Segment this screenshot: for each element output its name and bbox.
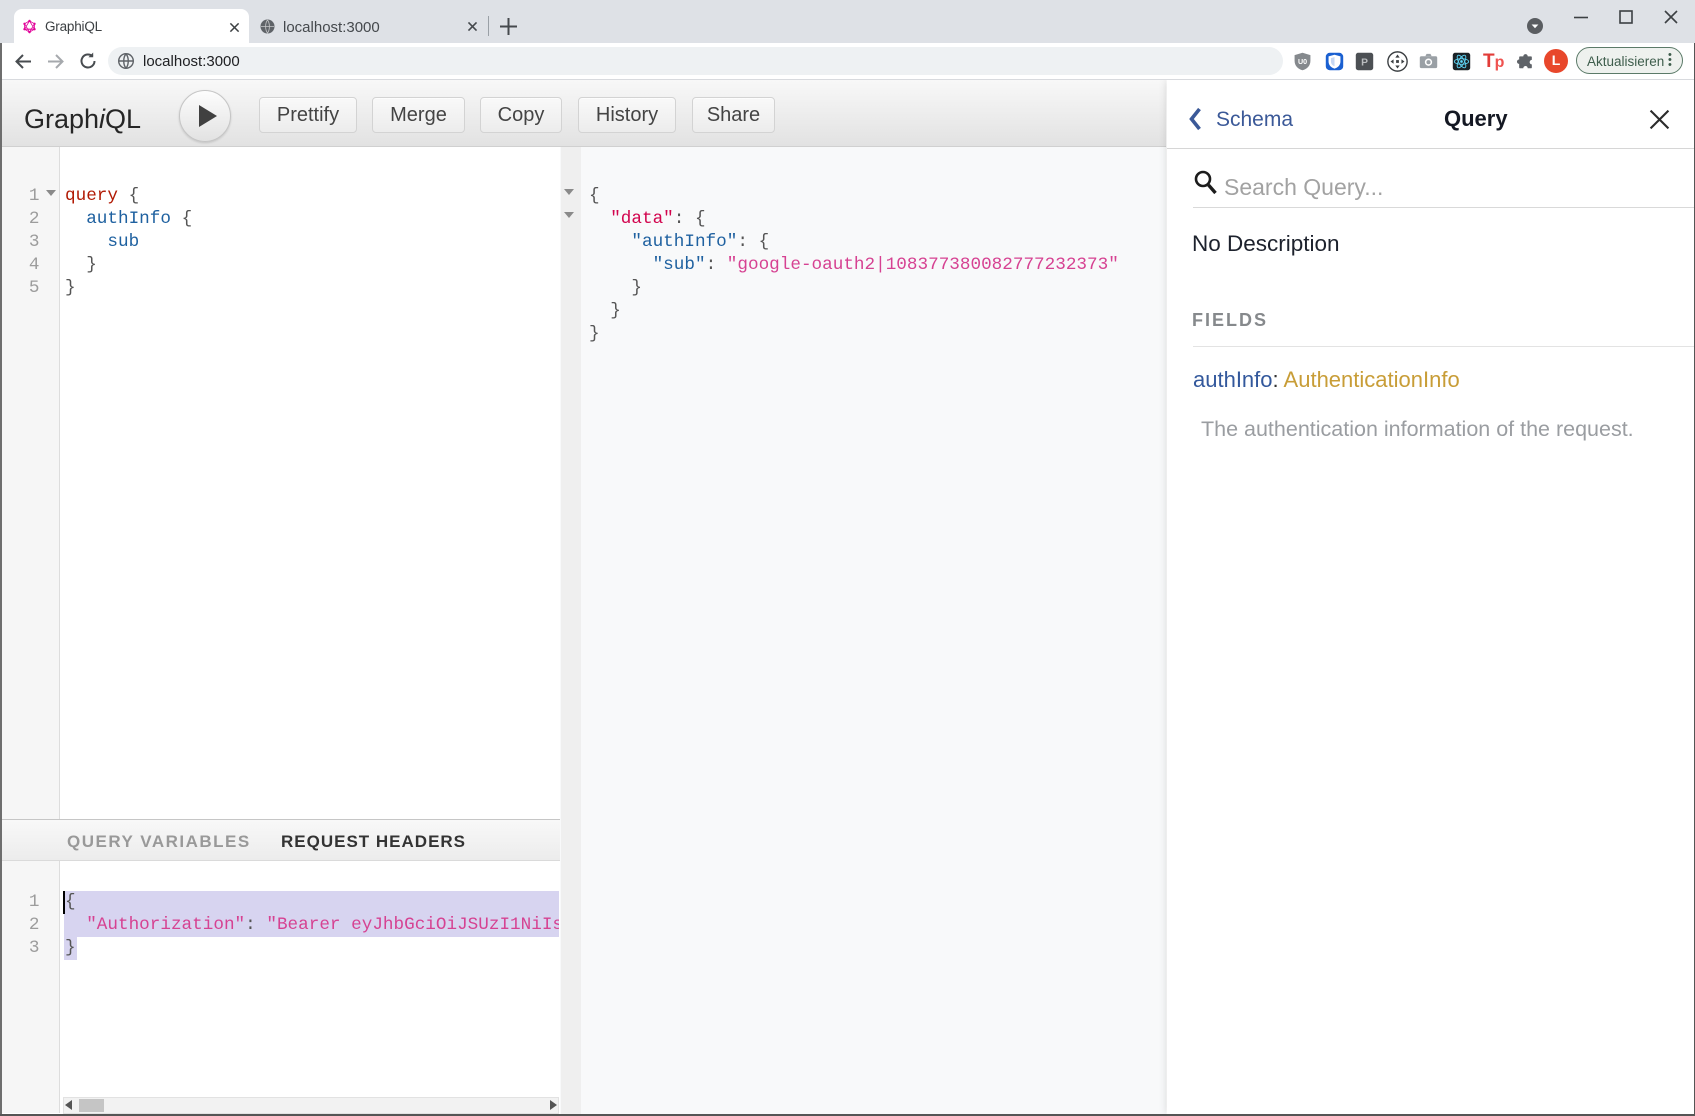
svg-text:P: P bbox=[1361, 57, 1368, 68]
svg-text:U0: U0 bbox=[1298, 58, 1307, 66]
